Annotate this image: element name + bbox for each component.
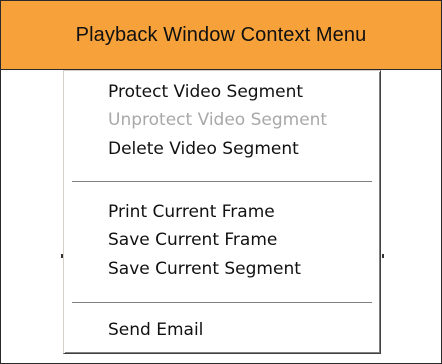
menu-item-save-current-frame[interactable]: Save Current Frame: [108, 229, 277, 251]
figure-frame: Playback Window Context Menu Protect Vid…: [0, 0, 442, 364]
context-menu: Protect Video Segment Unprotect Video Se…: [63, 70, 381, 354]
menu-item-unprotect-video-segment: Unprotect Video Segment: [108, 110, 328, 130]
figure-header: Playback Window Context Menu: [1, 1, 441, 70]
menu-item-delete-video-segment[interactable]: Delete Video Segment: [108, 138, 299, 160]
figure-title: Playback Window Context Menu: [75, 23, 367, 46]
menu-separator: [72, 302, 372, 304]
menu-separator: [72, 181, 372, 183]
menu-item-send-email[interactable]: Send Email: [108, 319, 203, 341]
menu-item-print-current-frame[interactable]: Print Current Frame: [108, 201, 275, 223]
menu-item-save-current-segment[interactable]: Save Current Segment: [108, 258, 301, 280]
window-edge-mark-right: [382, 254, 384, 258]
menu-item-protect-video-segment[interactable]: Protect Video Segment: [108, 81, 303, 103]
